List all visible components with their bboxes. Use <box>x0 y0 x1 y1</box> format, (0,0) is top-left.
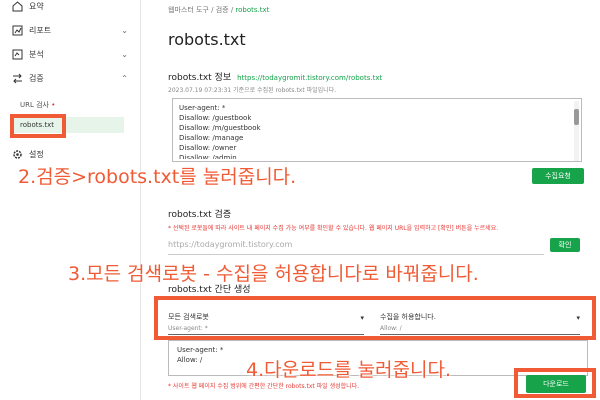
code-line: Disallow: /owner <box>179 144 237 152</box>
highlight-download <box>514 368 596 398</box>
sidebar-item-label: 설정 <box>29 149 44 159</box>
simple-note: * 사이트 웹 페이지 수집 범위에 간편한 간단한 robots.txt 파일… <box>168 383 360 390</box>
code-line: User-agent: * <box>179 104 226 112</box>
highlight-simple-selects <box>154 296 596 340</box>
sidebar-subitem-url-inspect[interactable]: URL 검사 • <box>20 100 55 110</box>
sidebar-item-label: 검증 <box>29 73 44 83</box>
robots-content-box[interactable]: User-agent: * Disallow: /guestbook Disal… <box>172 98 582 162</box>
info-section-title: robots.txt 정보 https://todaygromit.tistory… <box>168 70 382 83</box>
confirm-button[interactable]: 확인 <box>550 238 580 252</box>
breadcrumb-sep: / <box>230 6 234 14</box>
chevron-down-icon: ⌄ <box>121 49 128 59</box>
sidebar-item-label: 분석 <box>29 49 44 59</box>
sidebar-item-settings[interactable]: 설정 <box>12 144 128 164</box>
breadcrumb-item[interactable]: 웹마스터 도구 <box>168 6 209 14</box>
home-icon <box>12 0 23 12</box>
sidebar-item-label: 리포트 <box>29 25 52 35</box>
sidebar: 요약 리포트 ⌄ 분석 ⌄ 검증 ⌃ URL 검사 • robots.txt 설… <box>0 0 141 400</box>
page-title: robots.txt <box>168 30 246 49</box>
sidebar-item-report[interactable]: 리포트 ⌄ <box>12 20 128 40</box>
info-title: robots.txt 정보 <box>168 73 232 83</box>
breadcrumb-sep: / <box>211 6 214 14</box>
sidebar-item-verify[interactable]: 검증 ⌃ <box>12 68 128 88</box>
chevron-up-icon: ⌃ <box>121 73 128 83</box>
robots-url-link[interactable]: https://todaygromit.tistory.com/robots.t… <box>237 74 382 82</box>
code-line: Disallow: /admin <box>179 154 237 159</box>
info-timestamp: 2023.07.19 07:23:31 기준으로 수집된 robots.txt … <box>168 87 337 94</box>
verify-section-title: robots.txt 검증 <box>168 210 232 220</box>
annotation-step2: 2.검증>robots.txt를 눌러줍니다. <box>18 166 297 188</box>
code-line: Disallow: /manage <box>179 134 244 142</box>
sidebar-subitem-label: URL 검사 <box>20 101 49 109</box>
analytics-icon <box>12 49 23 60</box>
url-input[interactable]: https://todaygromit.tistory.com <box>168 240 544 255</box>
sidebar-item-analysis[interactable]: 분석 ⌄ <box>12 44 128 64</box>
scrollbar-thumb[interactable] <box>574 109 579 125</box>
sidebar-item-summary[interactable]: 요약 <box>12 0 128 16</box>
new-dot: • <box>51 101 56 109</box>
collect-request-button[interactable]: 수집요청 <box>532 168 584 184</box>
annotation-step4: 4.다운로드를 눌러줍니다. <box>246 359 452 381</box>
sidebar-item-label: 요약 <box>29 1 44 11</box>
code-line: Disallow: /m/guestbook <box>179 124 261 132</box>
swap-icon <box>12 73 23 84</box>
highlight-robots-menu <box>10 114 66 138</box>
breadcrumb-current: robots.txt <box>235 6 270 14</box>
breadcrumb-item[interactable]: 검증 <box>216 6 229 14</box>
code-line: Disallow: /guestbook <box>179 114 252 122</box>
chart-icon <box>12 25 23 36</box>
main-content: 웹마스터 도구 / 검증 / robots.txt robots.txt rob… <box>140 0 600 400</box>
annotation-step3: 3.모든 검색로봇 - 수집을 허용합니다로 바꿔줍니다. <box>68 263 479 285</box>
gear-icon <box>12 149 23 160</box>
url-input-placeholder: https://todaygromit.tistory.com <box>168 240 293 249</box>
code-line: User-agent: * <box>177 346 224 354</box>
scrollbar[interactable] <box>574 101 579 161</box>
chevron-down-icon: ⌄ <box>121 25 128 35</box>
breadcrumb: 웹마스터 도구 / 검증 / robots.txt <box>168 5 269 15</box>
verify-note: * 선택된 로봇들에 따라 사이트 내 페이지 수집 가능 여부를 확인할 수 … <box>168 225 499 232</box>
